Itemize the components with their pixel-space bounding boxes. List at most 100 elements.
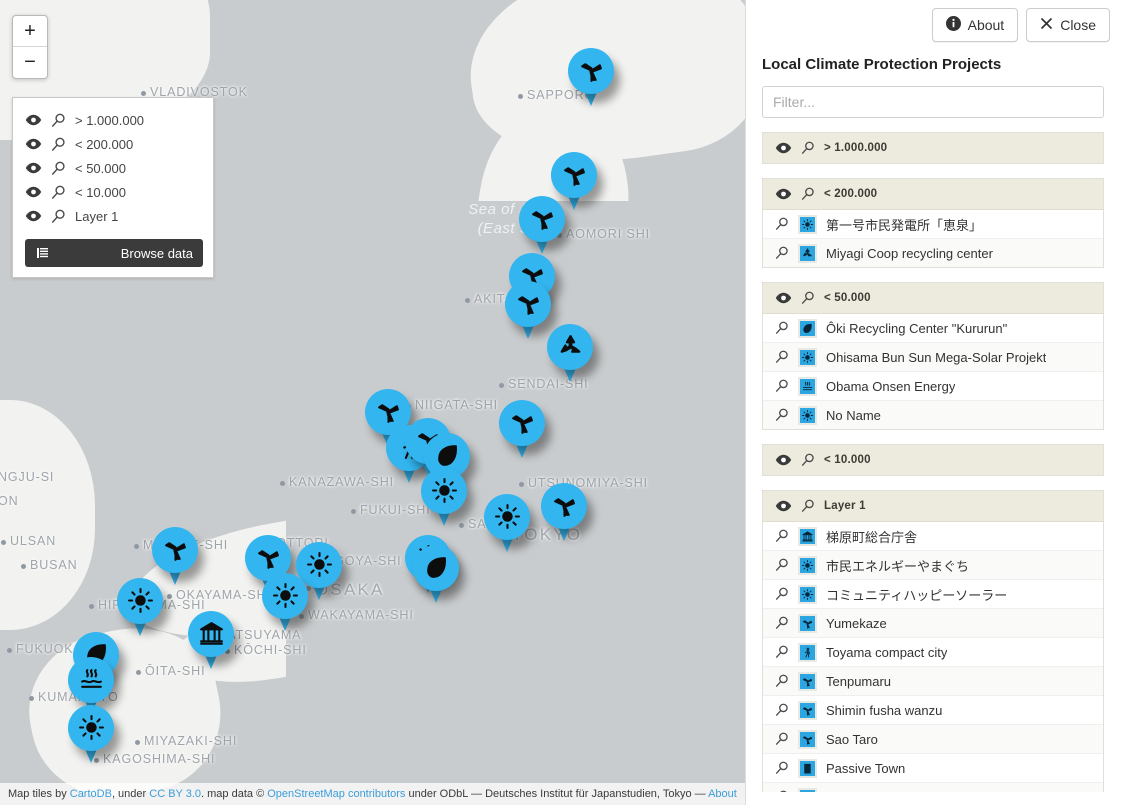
eye-icon[interactable]	[775, 142, 792, 154]
list-item[interactable]: Passive Town	[763, 754, 1103, 783]
magnifier-icon[interactable]	[775, 732, 789, 746]
item-icon-tile	[798, 700, 817, 720]
legend-item[interactable]: Layer 1	[25, 204, 203, 228]
magnifier-icon[interactable]	[775, 674, 789, 688]
browse-data-button[interactable]: Browse data	[25, 239, 203, 267]
list-item[interactable]: Toyama compact city	[763, 638, 1103, 667]
legend-panel[interactable]: > 1.000.000 < 200.000 < 50.000 < 10.000 Laye…	[12, 97, 214, 278]
list-item[interactable]: Sao Taro	[763, 725, 1103, 754]
onsen-icon	[800, 378, 815, 394]
magnifier-icon[interactable]	[775, 350, 789, 364]
layer-group-header[interactable]: < 200.000	[763, 179, 1103, 210]
list-item[interactable]: 梯原町総合庁舎	[763, 522, 1103, 551]
eye-icon[interactable]	[775, 500, 792, 512]
legend-item[interactable]: > 1.000.000	[25, 108, 203, 132]
magnifier-icon[interactable]	[775, 645, 789, 659]
wind-icon	[800, 789, 815, 792]
eye-icon[interactable]	[25, 138, 42, 150]
magnifier-icon[interactable]	[51, 113, 66, 128]
magnifier-icon[interactable]	[51, 185, 66, 200]
eye-icon[interactable]	[775, 454, 792, 466]
magnifier-icon[interactable]	[801, 141, 815, 155]
legend-item[interactable]: < 200.000	[25, 132, 203, 156]
magnifier-icon[interactable]	[775, 616, 789, 630]
eye-icon[interactable]	[25, 162, 42, 174]
map-marker[interactable]	[499, 400, 545, 462]
map-marker[interactable]	[547, 324, 593, 386]
list-item[interactable]: Ohisama Bun Sun Mega-Solar Projekt	[763, 343, 1103, 372]
map-marker[interactable]	[505, 281, 551, 343]
list-item[interactable]: Obama Onsen Energy	[763, 372, 1103, 401]
close-button[interactable]: Close	[1026, 8, 1110, 42]
magnifier-icon[interactable]	[775, 217, 789, 231]
osm-link[interactable]: OpenStreetMap contributors	[267, 788, 405, 800]
city-dot	[29, 696, 34, 701]
eye-icon[interactable]	[25, 114, 42, 126]
map-marker[interactable]	[568, 48, 614, 110]
list-item[interactable]: コミュニティハッピーソーラー	[763, 580, 1103, 609]
map-marker[interactable]	[421, 468, 467, 530]
map-marker[interactable]	[484, 494, 530, 556]
magnifier-icon[interactable]	[51, 209, 66, 224]
list-item[interactable]: Miyagi Coop recycling center	[763, 239, 1103, 267]
search-input[interactable]	[762, 86, 1104, 118]
list-item[interactable]: 市民エネルギーやまぐち	[763, 551, 1103, 580]
magnifier-icon[interactable]	[775, 321, 789, 335]
magnifier-icon[interactable]	[51, 161, 66, 176]
legend-item[interactable]: < 10.000	[25, 180, 203, 204]
item-icon-tile	[798, 405, 817, 425]
marker-glyph	[68, 657, 114, 701]
map-marker[interactable]	[262, 573, 308, 635]
solar-icon	[431, 477, 457, 503]
layer-group-header[interactable]: < 50.000	[763, 283, 1103, 314]
solar-icon	[802, 409, 813, 421]
ccby-link[interactable]: CC BY 3.0	[149, 788, 201, 800]
magnifier-icon[interactable]	[801, 187, 815, 201]
map-marker[interactable]	[541, 483, 587, 545]
eye-icon[interactable]	[25, 210, 42, 222]
list-item[interactable]: Yumekaze	[763, 609, 1103, 638]
magnifier-icon[interactable]	[801, 499, 815, 513]
list-item[interactable]: No Name	[763, 401, 1103, 429]
list-item[interactable]: Notorin	[763, 783, 1103, 792]
magnifier-icon[interactable]	[775, 408, 789, 422]
layer-group-header[interactable]: Layer 1	[763, 491, 1103, 522]
cartodb-link[interactable]: CartoDB	[70, 788, 112, 800]
map-marker[interactable]	[68, 705, 114, 767]
map-marker[interactable]	[188, 611, 234, 673]
list-item[interactable]: Ôki Recycling Center "Kururun"	[763, 314, 1103, 343]
map-marker[interactable]	[117, 578, 163, 640]
magnifier-icon[interactable]	[775, 558, 789, 572]
zoom-control[interactable]: + −	[12, 15, 48, 79]
magnifier-icon[interactable]	[801, 291, 815, 305]
city-dot	[141, 91, 146, 96]
list-item[interactable]: 第一号市民発電所「恵泉」	[763, 210, 1103, 239]
list-item[interactable]: Tenpumaru	[763, 667, 1103, 696]
layer-group-header[interactable]: > 1.000.000	[763, 133, 1103, 163]
legend-item[interactable]: < 50.000	[25, 156, 203, 180]
magnifier-icon[interactable]	[51, 137, 66, 152]
magnifier-icon[interactable]	[775, 379, 789, 393]
magnifier-icon[interactable]	[775, 246, 789, 260]
magnifier-icon[interactable]	[775, 790, 789, 792]
magnifier-icon[interactable]	[801, 453, 815, 467]
layer-group: Layer 1 梯原町総合庁舎 市民エネルギーやまぐち コミュニティハッピーソーラー Y…	[762, 490, 1104, 792]
eye-icon[interactable]	[775, 188, 792, 200]
magnifier-icon[interactable]	[775, 703, 789, 717]
list-item[interactable]: Shimin fusha wanzu	[763, 696, 1103, 725]
zoom-in-button[interactable]: +	[13, 16, 47, 47]
eye-icon[interactable]	[775, 292, 792, 304]
about-link[interactable]: About	[708, 788, 737, 800]
zoom-out-button[interactable]: −	[13, 47, 47, 78]
layer-group-header[interactable]: < 10.000	[763, 445, 1103, 475]
magnifier-icon[interactable]	[775, 587, 789, 601]
about-button[interactable]: About	[931, 8, 1019, 42]
map-marker[interactable]	[519, 196, 565, 258]
magnifier-icon[interactable]	[775, 761, 789, 775]
eye-icon[interactable]	[25, 186, 42, 198]
map-marker[interactable]	[413, 545, 459, 607]
layer-group: < 50.000 Ôki Recycling Center "Kururun" Oh…	[762, 282, 1104, 430]
map-canvas[interactable]: Sea of Japan (East Sea) VLADIVOSTOK SAPPOR…	[0, 0, 745, 805]
magnifier-icon[interactable]	[775, 529, 789, 543]
layer-group-name: > 1.000.000	[824, 142, 888, 154]
